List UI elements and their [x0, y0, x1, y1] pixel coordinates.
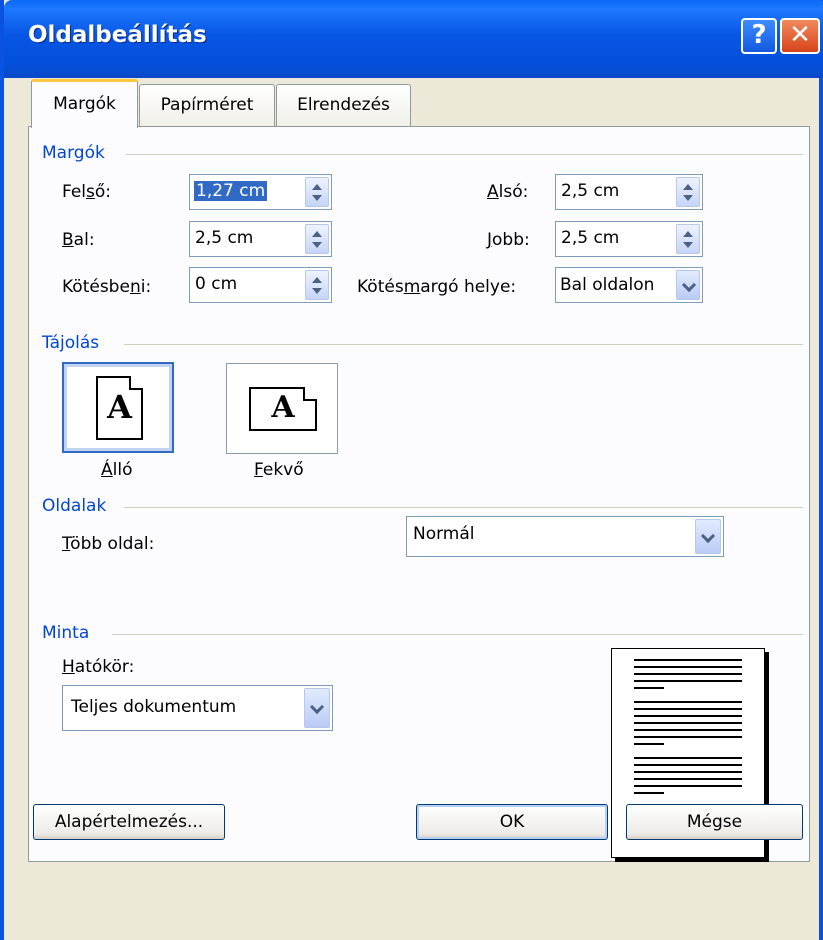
orientation-group-title: Tájolás — [42, 333, 100, 353]
spin-down-icon — [312, 242, 322, 248]
set-default-button[interactable]: Alapértelmezés... — [33, 804, 225, 840]
spin-up-icon — [312, 184, 322, 190]
gutter-spin-arrows[interactable] — [305, 270, 329, 300]
gutter-position-select[interactable]: Bal oldalon — [555, 267, 703, 303]
left-margin-label: Bal: — [62, 230, 95, 250]
top-margin-label: Felső: — [62, 182, 112, 202]
top-margin-spinner[interactable]: 1,27 cm — [189, 174, 332, 210]
gutter-label: Kötésbeni: — [62, 277, 152, 297]
pages-group-title: Oldalak — [42, 496, 107, 516]
apply-to-dropdown-button[interactable] — [304, 688, 330, 728]
tab-paper-size-label: Papírméret — [160, 95, 254, 115]
spin-up-icon — [312, 231, 322, 237]
gutter-position-label: Kötésmargó helye: — [357, 277, 517, 297]
preview-group-title: Minta — [42, 623, 90, 643]
spin-up-icon — [683, 184, 693, 190]
orientation-group-divider — [124, 344, 803, 345]
chevron-down-icon — [700, 528, 716, 544]
landscape-label: Fekvő — [254, 460, 304, 480]
left-margin-spin-arrows[interactable] — [305, 224, 329, 254]
left-margin-value: 2,5 cm — [195, 228, 254, 248]
gutter-value: 0 cm — [195, 274, 238, 294]
multiple-pages-label: Több oldal: — [62, 534, 155, 554]
spin-down-icon — [683, 195, 693, 201]
dialog-title: Oldalbeállítás — [28, 22, 207, 48]
portrait-label: Álló — [101, 460, 133, 480]
top-margin-spin-arrows[interactable] — [305, 177, 329, 207]
gutter-spinner[interactable]: 0 cm — [189, 267, 332, 303]
multiple-pages-value: Normál — [413, 524, 475, 544]
gutter-position-dropdown-button[interactable] — [676, 270, 700, 300]
multiple-pages-dropdown-button[interactable] — [695, 519, 721, 554]
spin-up-icon — [683, 231, 693, 237]
apply-to-select[interactable]: Teljes dokumentum — [62, 685, 333, 731]
apply-to-value: Teljes dokumentum — [71, 697, 237, 717]
bottom-margin-spinner[interactable]: 2,5 cm — [555, 174, 703, 210]
preview-group-divider — [112, 634, 803, 635]
cancel-button[interactable]: Mégse — [626, 804, 803, 840]
gutter-position-value: Bal oldalon — [560, 275, 655, 295]
bottom-margin-label: Alsó: — [487, 182, 529, 202]
tab-layout[interactable]: Elrendezés — [276, 84, 411, 126]
bottom-margin-value: 2,5 cm — [561, 181, 620, 201]
right-margin-spinner[interactable]: 2,5 cm — [555, 221, 703, 257]
bottom-margin-spin-arrows[interactable] — [676, 177, 700, 207]
right-margin-label: Jobb: — [487, 230, 530, 250]
top-margin-value: 1,27 cm — [194, 181, 268, 201]
portrait-icon: A — [96, 376, 143, 440]
tab-margins[interactable]: Margók — [31, 79, 138, 128]
multiple-pages-select[interactable]: Normál — [406, 516, 724, 557]
right-margin-spin-arrows[interactable] — [676, 224, 700, 254]
right-margin-value: 2,5 cm — [561, 228, 620, 248]
margins-group-title: Margók — [42, 143, 105, 163]
tab-layout-label: Elrendezés — [297, 95, 390, 115]
left-margin-spinner[interactable]: 2,5 cm — [189, 221, 332, 257]
spin-down-icon — [683, 242, 693, 248]
chevron-down-icon — [309, 699, 325, 715]
apply-to-label: Hatókör: — [62, 657, 135, 677]
help-icon: ? — [751, 20, 767, 50]
help-button[interactable]: ? — [741, 18, 777, 54]
tab-paper-size[interactable]: Papírméret — [139, 84, 275, 126]
spin-down-icon — [312, 195, 322, 201]
margins-group-divider — [126, 154, 803, 155]
landscape-icon: A — [249, 387, 317, 431]
tab-margins-label: Margók — [53, 94, 116, 114]
title-bar[interactable]: Oldalbeállítás ? ✕ — [4, 0, 823, 78]
spin-down-icon — [312, 288, 322, 294]
ok-button[interactable]: OK — [416, 804, 608, 840]
close-button[interactable]: ✕ — [780, 18, 820, 54]
spin-up-icon — [312, 277, 322, 283]
close-icon: ✕ — [789, 20, 811, 50]
pages-group-divider — [124, 507, 803, 508]
chevron-down-icon — [681, 277, 697, 293]
landscape-button[interactable]: A — [226, 363, 338, 454]
portrait-button[interactable]: A — [62, 362, 174, 453]
